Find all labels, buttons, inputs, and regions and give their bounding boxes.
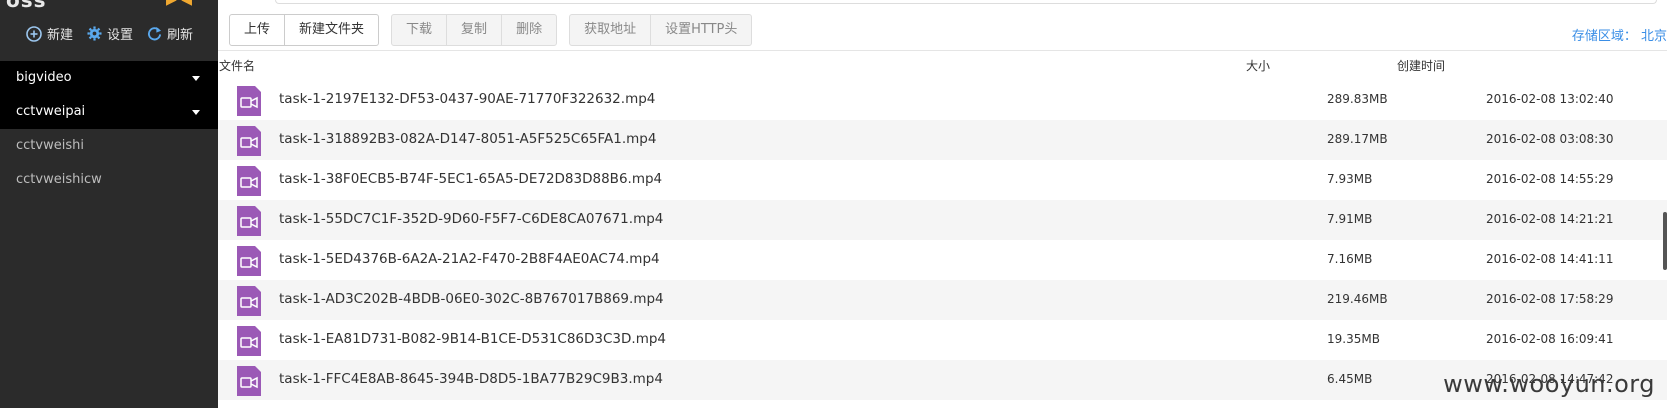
refresh-button[interactable]: 刷新: [147, 24, 193, 43]
caret-down-icon[interactable]: [192, 110, 200, 115]
table-row[interactable]: task-1-EA81D731-B082-9B14-B1CE-D531C86D3…: [218, 320, 1667, 360]
file-size: 289.83MB: [1327, 92, 1388, 106]
new-bucket-button[interactable]: 新建: [26, 24, 73, 43]
set-http-header-button[interactable]: 设置HTTP头: [650, 14, 753, 46]
table-row[interactable]: task-1-2197E132-DF53-0437-90AE-71770F322…: [218, 80, 1667, 120]
file-name[interactable]: task-1-55DC7C1F-352D-9D60-F5F7-C6DE8CA07…: [279, 211, 663, 227]
table-row[interactable]: task-1-318892B3-082A-D147-8051-A5F525C65…: [218, 120, 1667, 160]
file-size: 289.17MB: [1327, 132, 1388, 146]
sidebar-item-cctvweishi[interactable]: cctvweishi: [0, 129, 218, 163]
new-folder-button[interactable]: 新建文件夹: [284, 14, 380, 46]
video-file-icon: [237, 206, 261, 236]
bucket-label: bigvideo: [16, 70, 72, 85]
file-created: 2016-02-08 13:02:40: [1486, 92, 1614, 106]
storage-region-value: 北京: [1640, 29, 1667, 44]
caret-down-icon[interactable]: [192, 76, 200, 81]
settings-button[interactable]: 设置: [87, 24, 133, 43]
toolbar: 上传 新建文件夹 下载 复制 删除 获取地址 设置HTTP头: [229, 14, 764, 46]
file-name[interactable]: task-1-38F0ECB5-B74F-5EC1-65A5-DE72D83D8…: [279, 171, 662, 187]
refresh-icon: [148, 26, 162, 41]
video-file-icon: [237, 286, 261, 316]
delete-button[interactable]: 删除: [501, 14, 558, 46]
divider: [218, 50, 1667, 51]
storage-region-label: 存储区域：: [1571, 29, 1637, 44]
sidebar-item-cctvweishicw[interactable]: cctvweishicw: [0, 163, 218, 197]
file-table-header: 文件名 大小 创建时间: [218, 52, 1667, 78]
table-row[interactable]: task-1-38F0ECB5-B74F-5EC1-65A5-DE72D83D8…: [218, 160, 1667, 200]
file-size: 219.46MB: [1327, 292, 1388, 306]
bucket-label: cctvweishicw: [16, 172, 102, 187]
file-size: 7.93MB: [1327, 172, 1373, 186]
file-name[interactable]: task-1-5ED4376B-6A2A-21A2-F470-2B8F4AE0A…: [279, 251, 660, 267]
storage-region[interactable]: 存储区域： 北京: [1572, 25, 1667, 44]
search-bar[interactable]: [275, 0, 1657, 4]
file-size: 7.16MB: [1327, 252, 1373, 266]
file-size: 19.35MB: [1327, 332, 1380, 346]
plus-circle-icon: [26, 25, 42, 42]
table-row[interactable]: task-1-5ED4376B-6A2A-21A2-F470-2B8F4AE0A…: [218, 240, 1667, 280]
file-created: 2016-02-08 14:41:11: [1486, 252, 1614, 266]
table-row[interactable]: task-1-AD3C202B-4BDB-06E0-302C-8B767017B…: [218, 280, 1667, 320]
file-name[interactable]: task-1-AD3C202B-4BDB-06E0-302C-8B767017B…: [279, 291, 664, 307]
file-name[interactable]: task-1-318892B3-082A-D147-8051-A5F525C65…: [279, 131, 656, 147]
app-logo: oss: [6, 0, 47, 12]
watermark: www.wooyun.org: [1443, 370, 1655, 398]
file-created: 2016-02-08 14:55:29: [1486, 172, 1614, 186]
file-created: 2016-02-08 17:58:29: [1486, 292, 1614, 306]
collapse-arrows-icon[interactable]: ▶ ◀: [166, 0, 192, 8]
file-size: 7.91MB: [1327, 212, 1373, 226]
file-table: task-1-2197E132-DF53-0437-90AE-71770F322…: [218, 80, 1667, 400]
sidebar-item-bigvideo[interactable]: bigvideo: [0, 61, 218, 95]
settings-label: 设置: [107, 28, 134, 43]
column-header-size[interactable]: 大小: [1246, 57, 1270, 74]
copy-button[interactable]: 复制: [446, 14, 503, 46]
sidebar-item-cctvweipai[interactable]: cctvweipai: [0, 95, 218, 129]
video-file-icon: [237, 166, 261, 196]
file-name[interactable]: task-1-EA81D731-B082-9B14-B1CE-D531C86D3…: [279, 331, 666, 347]
refresh-label: 刷新: [167, 28, 194, 43]
bucket-label: cctvweishi: [16, 138, 84, 153]
column-header-created[interactable]: 创建时间: [1397, 57, 1445, 74]
file-size: 6.45MB: [1327, 372, 1373, 386]
new-bucket-label: 新建: [47, 28, 74, 43]
download-button[interactable]: 下载: [391, 14, 448, 46]
file-name[interactable]: task-1-FFC4E8AB-8645-394B-D8D5-1BA77B29C…: [279, 371, 663, 387]
url-ops-group: 获取地址 设置HTTP头: [569, 14, 753, 46]
file-created: 2016-02-08 14:21:21: [1486, 212, 1614, 226]
file-created: 2016-02-08 03:08:30: [1486, 132, 1614, 146]
upload-button[interactable]: 上传: [229, 14, 286, 46]
bucket-list: bigvideo cctvweipai cctvweishi cctvweish…: [0, 61, 218, 197]
file-created: 2016-02-08 16:09:41: [1486, 332, 1614, 346]
file-ops-group: 下载 复制 删除: [391, 14, 558, 46]
get-url-button[interactable]: 获取地址: [569, 14, 652, 46]
bucket-label: cctvweipai: [16, 104, 86, 119]
sidebar: oss ▶ ◀ 新建 设置 刷新 bigvideo cctvweipai cct…: [0, 0, 218, 408]
video-file-icon: [237, 326, 261, 356]
video-file-icon: [237, 86, 261, 116]
column-header-name[interactable]: 文件名: [219, 57, 255, 74]
gear-icon: [87, 26, 102, 41]
file-name[interactable]: task-1-2197E132-DF53-0437-90AE-71770F322…: [279, 91, 655, 107]
upload-group: 上传 新建文件夹: [229, 14, 380, 46]
video-file-icon: [237, 366, 261, 396]
video-file-icon: [237, 126, 261, 156]
scrollbar-thumb[interactable]: [1663, 212, 1667, 270]
table-row[interactable]: task-1-55DC7C1F-352D-9D60-F5F7-C6DE8CA07…: [218, 200, 1667, 240]
sidebar-actions: 新建 设置 刷新: [26, 24, 193, 43]
video-file-icon: [237, 246, 261, 276]
